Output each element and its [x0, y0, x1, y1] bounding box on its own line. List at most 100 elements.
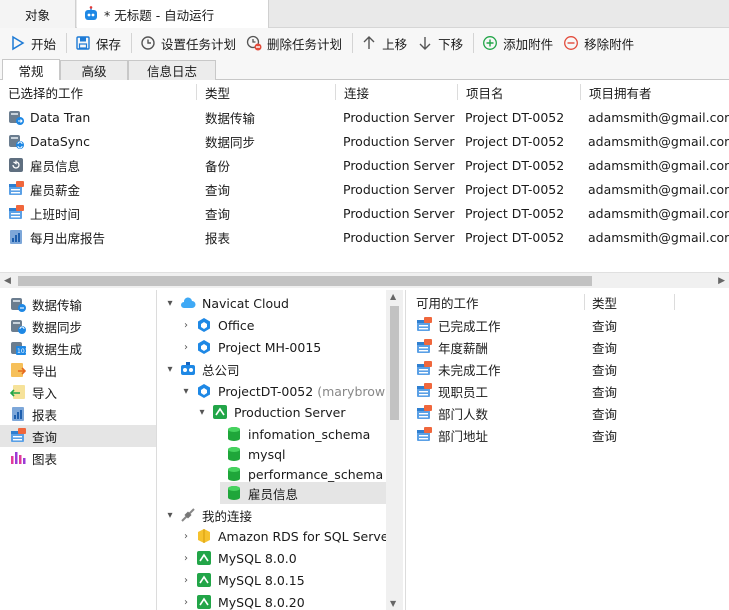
toolbar-divider: [473, 33, 475, 53]
scrollbar-thumb[interactable]: [18, 276, 592, 286]
column-header-job[interactable]: 已选择的工作: [0, 80, 196, 104]
category-data-sync[interactable]: 数据同步: [0, 315, 156, 337]
add-attachment-button[interactable]: 添加附件: [478, 31, 557, 55]
job-project: Project DT-0052: [465, 205, 565, 221]
chevron-right-icon[interactable]: ›: [180, 575, 192, 586]
category-data-generation[interactable]: 101 数据生成: [0, 337, 156, 359]
scroll-right-icon[interactable]: ▶: [718, 276, 725, 286]
mysql-connection-icon: [196, 572, 212, 588]
job-name: 上班时间: [30, 206, 81, 222]
list-item[interactable]: 部门人数 查询: [406, 402, 729, 424]
chevron-down-icon[interactable]: ▾: [196, 407, 208, 418]
database-icon: [228, 447, 240, 461]
column-divider[interactable]: [674, 294, 675, 310]
set-schedule-button[interactable]: 设置任务计划: [136, 31, 240, 55]
list-item[interactable]: 已完成工作 查询: [406, 314, 729, 336]
table-row[interactable]: 雇员信息 备份 Production Server Project DT-005…: [0, 153, 729, 177]
tab-objects[interactable]: 对象: [0, 0, 76, 28]
tab-log-label: 信息日志: [146, 64, 197, 79]
horizontal-scrollbar[interactable]: ◀ ▶: [0, 272, 729, 288]
tree-node-conn-mysql-800[interactable]: › MySQL 8.0.0: [180, 547, 297, 569]
job-name-cell: 每月出席报告: [8, 225, 196, 249]
job-owner: adamsmith@gmail.com: [588, 157, 729, 173]
tree-node-project-dt[interactable]: ▾ ProjectDT-0052 (marybrown@: [180, 380, 386, 402]
category-chart[interactable]: 图表: [0, 447, 156, 469]
tab-general-label: 常规: [18, 63, 44, 79]
tree-node-conn-mysql-8015[interactable]: › MySQL 8.0.15: [180, 569, 305, 591]
tree-node-navicat-cloud[interactable]: ▾ Navicat Cloud: [164, 292, 289, 314]
table-row[interactable]: 雇员薪金 查询 Production Server Project DT-005…: [0, 177, 729, 201]
tree-node-conn-mysql-8020[interactable]: › MySQL 8.0.20: [180, 591, 305, 610]
table-row[interactable]: DataSync 数据同步 Production Server Project …: [0, 129, 729, 153]
scroll-down-icon[interactable]: ▼: [390, 599, 396, 608]
list-item[interactable]: 未完成工作 查询: [406, 358, 729, 380]
database-icon: [228, 486, 240, 500]
move-up-button[interactable]: 上移: [357, 31, 411, 55]
tree-node-label: 雇员信息: [248, 486, 299, 502]
category-export[interactable]: 导出: [0, 359, 156, 381]
list-item[interactable]: 现职员工 查询: [406, 380, 729, 402]
scroll-left-icon[interactable]: ◀: [4, 276, 11, 286]
chevron-right-icon[interactable]: ›: [180, 342, 192, 353]
column-header-available-type[interactable]: 类型: [592, 290, 672, 314]
mysql-connection-icon: [196, 550, 212, 566]
chevron-down-icon[interactable]: ▾: [164, 298, 176, 309]
tree-vertical-scrollbar[interactable]: ▲ ▼: [386, 290, 403, 610]
job-name: DataSync: [30, 133, 90, 149]
tree-node-office[interactable]: › Office: [180, 314, 255, 336]
tree-node-db-employee[interactable]: 雇员信息: [220, 482, 386, 504]
chevron-down-icon[interactable]: ▾: [164, 510, 176, 521]
category-import[interactable]: 导入: [0, 381, 156, 403]
tab-automation-document[interactable]: * 无标题 - 自动运行: [77, 0, 269, 28]
save-button[interactable]: 保存: [71, 31, 125, 55]
tree-node-conn-amazon-rds[interactable]: › Amazon RDS for SQL Server: [180, 525, 386, 547]
tree-node-my-connections[interactable]: ▾ 我的连接: [164, 504, 252, 526]
column-header-connection[interactable]: 连接: [336, 80, 457, 104]
remove-attachment-button[interactable]: 移除附件: [559, 31, 638, 55]
job-type: 备份: [205, 158, 231, 174]
chevron-down-icon[interactable]: ▾: [164, 364, 176, 375]
table-row[interactable]: 每月出席报告 报表 Production Server Project DT-0…: [0, 225, 729, 249]
scroll-up-icon[interactable]: ▲: [390, 292, 396, 301]
tree-node-db-information-schema[interactable]: infomation_schema: [226, 423, 370, 445]
category-query[interactable]: 查询: [0, 425, 156, 447]
arrow-up-icon: [363, 36, 375, 49]
column-header-project[interactable]: 项目名: [458, 80, 580, 104]
available-job-type: 查询: [592, 340, 618, 356]
category-label: 查询: [32, 429, 58, 445]
toolbar-divider: [352, 33, 354, 53]
delete-schedule-button[interactable]: 删除任务计划: [242, 31, 346, 55]
chevron-right-icon[interactable]: ›: [180, 320, 192, 331]
chevron-right-icon[interactable]: ›: [180, 531, 192, 542]
move-down-button[interactable]: 下移: [413, 31, 467, 55]
project-icon: [198, 384, 210, 398]
list-item[interactable]: 年度薪酬 查询: [406, 336, 729, 358]
scrollbar-thumb[interactable]: [390, 306, 399, 420]
available-job-type: 查询: [592, 384, 618, 400]
tree-node-db-mysql[interactable]: mysql: [226, 443, 286, 465]
chevron-right-icon[interactable]: ›: [180, 597, 192, 608]
start-button[interactable]: 开始: [6, 31, 60, 55]
column-header-type[interactable]: 类型: [197, 80, 335, 104]
table-row[interactable]: 上班时间 查询 Production Server Project DT-005…: [0, 201, 729, 225]
tree-node-project-mh[interactable]: › Project MH-0015: [180, 336, 321, 358]
column-divider[interactable]: [584, 294, 585, 310]
tree-node-head-office[interactable]: ▾ 总公司: [164, 358, 240, 380]
category-label: 报表: [32, 407, 58, 423]
chevron-right-icon[interactable]: ›: [180, 553, 192, 564]
column-header-owner[interactable]: 项目拥有者: [581, 80, 729, 104]
list-item[interactable]: 部门地址 查询: [406, 424, 729, 446]
tree-node-production-server[interactable]: ▾ Production Server: [196, 401, 345, 423]
column-header-available-job[interactable]: 可用的工作: [416, 290, 584, 314]
tab-advanced[interactable]: 高级: [60, 60, 128, 80]
job-project: Project DT-0052: [465, 229, 565, 245]
category-data-transfer[interactable]: 数据传输: [0, 293, 156, 315]
query-icon: [9, 205, 24, 219]
set-schedule-label: 设置任务计划: [161, 36, 237, 52]
chevron-down-icon[interactable]: ▾: [180, 386, 192, 397]
window-tab-bar: 对象 * 无标题 - 自动运行: [0, 0, 729, 28]
tab-log[interactable]: 信息日志: [128, 60, 216, 80]
tab-general[interactable]: 常规: [2, 59, 60, 80]
category-report[interactable]: 报表: [0, 403, 156, 425]
table-row[interactable]: Data Tran 数据传输 Production Server Project…: [0, 105, 729, 129]
